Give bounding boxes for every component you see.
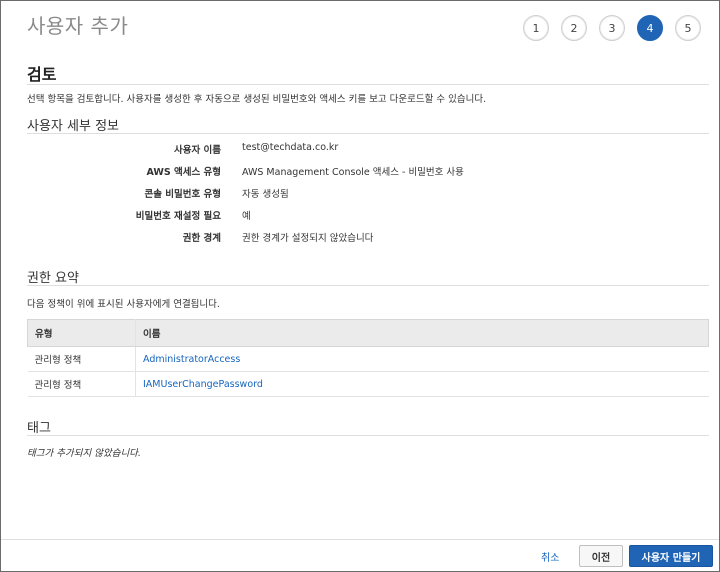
step-2[interactable]: 2	[561, 15, 587, 41]
create-user-button[interactable]: 사용자 만들기	[629, 545, 713, 567]
divider	[27, 285, 709, 286]
column-header-type: 유형	[27, 319, 136, 347]
policy-link[interactable]: IAMUserChangePassword	[135, 371, 709, 397]
review-description: 선택 항목을 검토합니다. 사용자를 생성한 후 자동으로 생성된 비밀번호와 …	[27, 94, 487, 105]
detail-value: test@techdata.co.kr	[242, 142, 339, 153]
add-user-wizard: 사용자 추가 1 2 3 4 5 검토 선택 항목을 검토합니다. 사용자를 생…	[0, 0, 720, 572]
permissions-description: 다음 정책이 위에 표시된 사용자에게 연결됩니다.	[27, 299, 220, 310]
policy-type: 관리형 정책	[27, 371, 136, 397]
step-3[interactable]: 3	[599, 15, 625, 41]
wizard-steps: 1 2 3 4 5	[523, 15, 701, 41]
policy-type: 관리형 정책	[27, 346, 136, 372]
tags-empty-text: 태그가 추가되지 않았습니다.	[27, 448, 141, 459]
detail-row-password-reset: 비밀번호 재설정 필요 예	[1, 208, 719, 228]
detail-value: 자동 생성됨	[242, 189, 289, 200]
divider	[27, 133, 709, 134]
user-details-heading: 사용자 세부 정보	[27, 119, 119, 134]
detail-value: 예	[242, 211, 251, 222]
detail-label: 비밀번호 재설정 필요	[135, 211, 221, 222]
divider	[27, 435, 709, 436]
cancel-button[interactable]: 취소	[537, 547, 563, 566]
step-5[interactable]: 5	[675, 15, 701, 41]
detail-row-permissions-boundary: 권한 경계 권한 경계가 설정되지 않았습니다	[1, 230, 719, 250]
permissions-heading: 권한 요약	[27, 271, 79, 286]
detail-row-username: 사용자 이름 test@techdata.co.kr	[1, 142, 719, 162]
step-4-active[interactable]: 4	[637, 15, 663, 41]
permissions-table: 유형 이름 관리형 정책 AdministratorAccess 관리형 정책 …	[27, 319, 709, 397]
table-row: 관리형 정책 IAMUserChangePassword	[27, 371, 709, 397]
table-header-row: 유형 이름	[27, 319, 709, 347]
column-header-name: 이름	[135, 319, 709, 347]
step-1[interactable]: 1	[523, 15, 549, 41]
detail-row-access-type: AWS 액세스 유형 AWS Management Console 액세스 - …	[1, 164, 719, 184]
detail-label: 사용자 이름	[173, 145, 221, 156]
review-heading: 검토	[27, 65, 57, 84]
detail-label: AWS 액세스 유형	[146, 167, 221, 178]
tags-heading: 태그	[27, 421, 51, 436]
previous-button[interactable]: 이전	[579, 545, 623, 567]
divider	[27, 84, 709, 85]
footer-divider	[1, 539, 719, 540]
detail-value: AWS Management Console 액세스 - 비밀번호 사용	[242, 167, 464, 178]
policy-link[interactable]: AdministratorAccess	[135, 346, 709, 372]
detail-label: 권한 경계	[182, 233, 221, 244]
table-row: 관리형 정책 AdministratorAccess	[27, 346, 709, 372]
detail-row-password-type: 콘솔 비밀번호 유형 자동 생성됨	[1, 186, 719, 206]
page-title: 사용자 추가	[27, 14, 129, 38]
detail-value: 권한 경계가 설정되지 않았습니다	[242, 233, 374, 244]
detail-label: 콘솔 비밀번호 유형	[144, 189, 221, 200]
